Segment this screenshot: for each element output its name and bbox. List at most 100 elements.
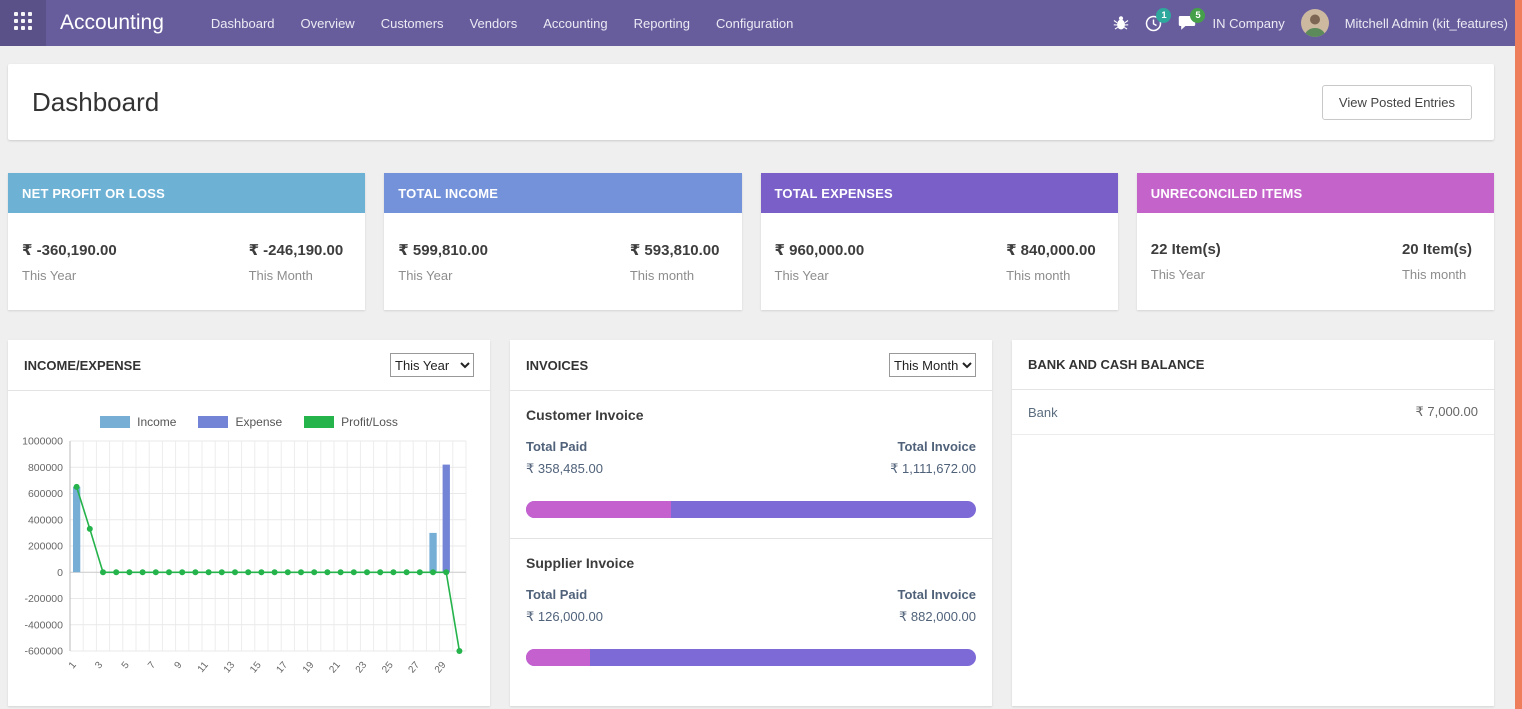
svg-text:600000: 600000 (28, 488, 63, 500)
kpi-card-title: UNRECONCILED ITEMS (1151, 186, 1303, 201)
page-header-card: Dashboard View Posted Entries (8, 64, 1494, 140)
svg-text:29: 29 (433, 660, 449, 676)
dashboard-page: Dashboard View Posted Entries NET PROFIT… (0, 46, 1522, 706)
svg-text:23: 23 (354, 660, 370, 676)
customer-invoice-progress-bar (526, 501, 976, 518)
activities-clock-icon[interactable]: 1 (1145, 15, 1162, 32)
supplier-invoice-progress-bar (526, 649, 976, 666)
svg-text:7: 7 (146, 660, 158, 672)
svg-text:21: 21 (327, 660, 343, 676)
svg-text:400000: 400000 (28, 514, 63, 526)
total-paid-value: ₹ 358,485.00 (526, 461, 603, 477)
legend-item-profit-loss: Profit/Loss (304, 415, 398, 429)
bank-balance-value: ₹ 7,000.00 (1416, 404, 1479, 420)
income-expense-panel: INCOME/EXPENSE This Year Income Expense … (8, 340, 490, 706)
total-invoice-label: Total Invoice (898, 587, 977, 602)
bank-panel-title: BANK AND CASH BALANCE (1028, 357, 1204, 372)
bank-journal-link[interactable]: Bank (1028, 405, 1058, 420)
kpi-year-value: ₹ 599,810.00 (398, 241, 488, 259)
svg-text:11: 11 (196, 660, 211, 675)
kpi-month-value: ₹ 593,810.00 (630, 241, 720, 259)
supplier-invoice-paid-fill (526, 649, 590, 666)
svg-text:17: 17 (275, 660, 291, 676)
bottom-panel-row: INCOME/EXPENSE This Year Income Expense … (8, 340, 1494, 706)
top-navbar: Accounting Dashboard Overview Customers … (0, 0, 1522, 46)
menu-item-accounting[interactable]: Accounting (530, 1, 620, 46)
svg-text:15: 15 (248, 660, 264, 676)
total-invoice-value: ₹ 882,000.00 (898, 609, 977, 625)
svg-text:9: 9 (172, 660, 184, 672)
kpi-card-header: TOTAL INCOME (384, 173, 741, 213)
user-avatar[interactable] (1301, 9, 1329, 37)
income-expense-title: INCOME/EXPENSE (24, 358, 141, 373)
debug-bug-icon[interactable] (1113, 15, 1129, 31)
kpi-month-label: This month (630, 268, 720, 283)
kpi-month-label: This month (1402, 267, 1472, 282)
svg-text:-200000: -200000 (24, 593, 63, 605)
customer-invoice-paid-fill (526, 501, 671, 518)
kpi-month-value: ₹ 840,000.00 (1006, 241, 1096, 259)
kpi-card-total-income: TOTAL INCOME ₹ 599,810.00 This Year ₹ 59… (384, 173, 741, 310)
menu-item-vendors[interactable]: Vendors (457, 1, 531, 46)
customer-invoice-section: Customer Invoice Total Paid ₹ 358,485.00… (510, 391, 992, 538)
customer-invoice-heading: Customer Invoice (526, 407, 976, 423)
kpi-year-value: 22 Item(s) (1151, 241, 1221, 258)
menu-item-configuration[interactable]: Configuration (703, 1, 806, 46)
menu-item-overview[interactable]: Overview (288, 1, 368, 46)
supplier-invoice-section: Supplier Invoice Total Paid ₹ 126,000.00… (510, 539, 992, 686)
total-paid-value: ₹ 126,000.00 (526, 609, 603, 625)
total-invoice-label: Total Invoice (890, 439, 976, 454)
menu-item-dashboard[interactable]: Dashboard (198, 1, 288, 46)
invoices-period-select[interactable]: This Month (889, 353, 976, 377)
apps-menu-button[interactable] (0, 0, 46, 46)
menu-item-customers[interactable]: Customers (368, 1, 457, 46)
svg-text:13: 13 (222, 660, 238, 676)
kpi-card-title: NET PROFIT OR LOSS (22, 186, 165, 201)
kpi-card-row: NET PROFIT OR LOSS ₹ -360,190.00 This Ye… (8, 173, 1494, 310)
kpi-card-net-profit-or-loss: NET PROFIT OR LOSS ₹ -360,190.00 This Ye… (8, 173, 365, 310)
kpi-year-label: This Year (1151, 267, 1221, 282)
legend-item-expense: Expense (198, 415, 282, 429)
window-edge-strip (1515, 0, 1522, 709)
svg-text:-600000: -600000 (24, 646, 63, 658)
invoices-title: INVOICES (526, 358, 588, 373)
expense-swatch (198, 416, 228, 428)
svg-text:27: 27 (407, 660, 423, 676)
main-menu: Dashboard Overview Customers Vendors Acc… (198, 1, 806, 46)
profit-loss-swatch (304, 416, 334, 428)
kpi-year-label: This Year (398, 268, 488, 283)
svg-text:1: 1 (67, 660, 79, 672)
view-posted-entries-button[interactable]: View Posted Entries (1322, 85, 1472, 120)
messages-count-badge: 5 (1190, 8, 1205, 23)
apps-grid-icon (14, 12, 32, 35)
app-title[interactable]: Accounting (60, 11, 164, 35)
kpi-card-unreconciled-items: UNRECONCILED ITEMS 22 Item(s) This Year … (1137, 173, 1494, 310)
kpi-month-value: 20 Item(s) (1402, 241, 1472, 258)
svg-text:5: 5 (120, 660, 132, 672)
company-switcher[interactable]: IN Company (1212, 16, 1284, 31)
kpi-card-header: NET PROFIT OR LOSS (8, 173, 365, 213)
svg-text:19: 19 (301, 660, 317, 676)
chart-legend: Income Expense Profit/Loss (8, 415, 490, 429)
kpi-card-header: UNRECONCILED ITEMS (1137, 173, 1494, 213)
legend-item-income: Income (100, 415, 176, 429)
activities-count-badge: 1 (1156, 8, 1171, 23)
user-menu[interactable]: Mitchell Admin (kit_features) (1345, 16, 1508, 31)
navbar-right-section: 1 5 IN Company Mitchell Admin (kit_featu… (1113, 9, 1508, 37)
kpi-card-title: TOTAL EXPENSES (775, 186, 893, 201)
svg-text:25: 25 (380, 660, 396, 676)
kpi-year-value: ₹ -360,190.00 (22, 241, 117, 259)
kpi-year-value: ₹ 960,000.00 (775, 241, 865, 259)
messages-chat-icon[interactable]: 5 (1178, 15, 1196, 31)
svg-text:-400000: -400000 (24, 619, 63, 631)
kpi-card-header: TOTAL EXPENSES (761, 173, 1118, 213)
total-paid-label: Total Paid (526, 439, 603, 454)
menu-item-reporting[interactable]: Reporting (621, 1, 703, 46)
income-expense-period-select[interactable]: This Year (390, 353, 474, 377)
svg-text:3: 3 (93, 660, 105, 672)
supplier-invoice-heading: Supplier Invoice (526, 555, 976, 571)
kpi-card-total-expenses: TOTAL EXPENSES ₹ 960,000.00 This Year ₹ … (761, 173, 1118, 310)
svg-text:0: 0 (57, 567, 63, 579)
kpi-year-label: This Year (22, 268, 117, 283)
bank-balance-row[interactable]: Bank ₹ 7,000.00 (1012, 390, 1494, 435)
